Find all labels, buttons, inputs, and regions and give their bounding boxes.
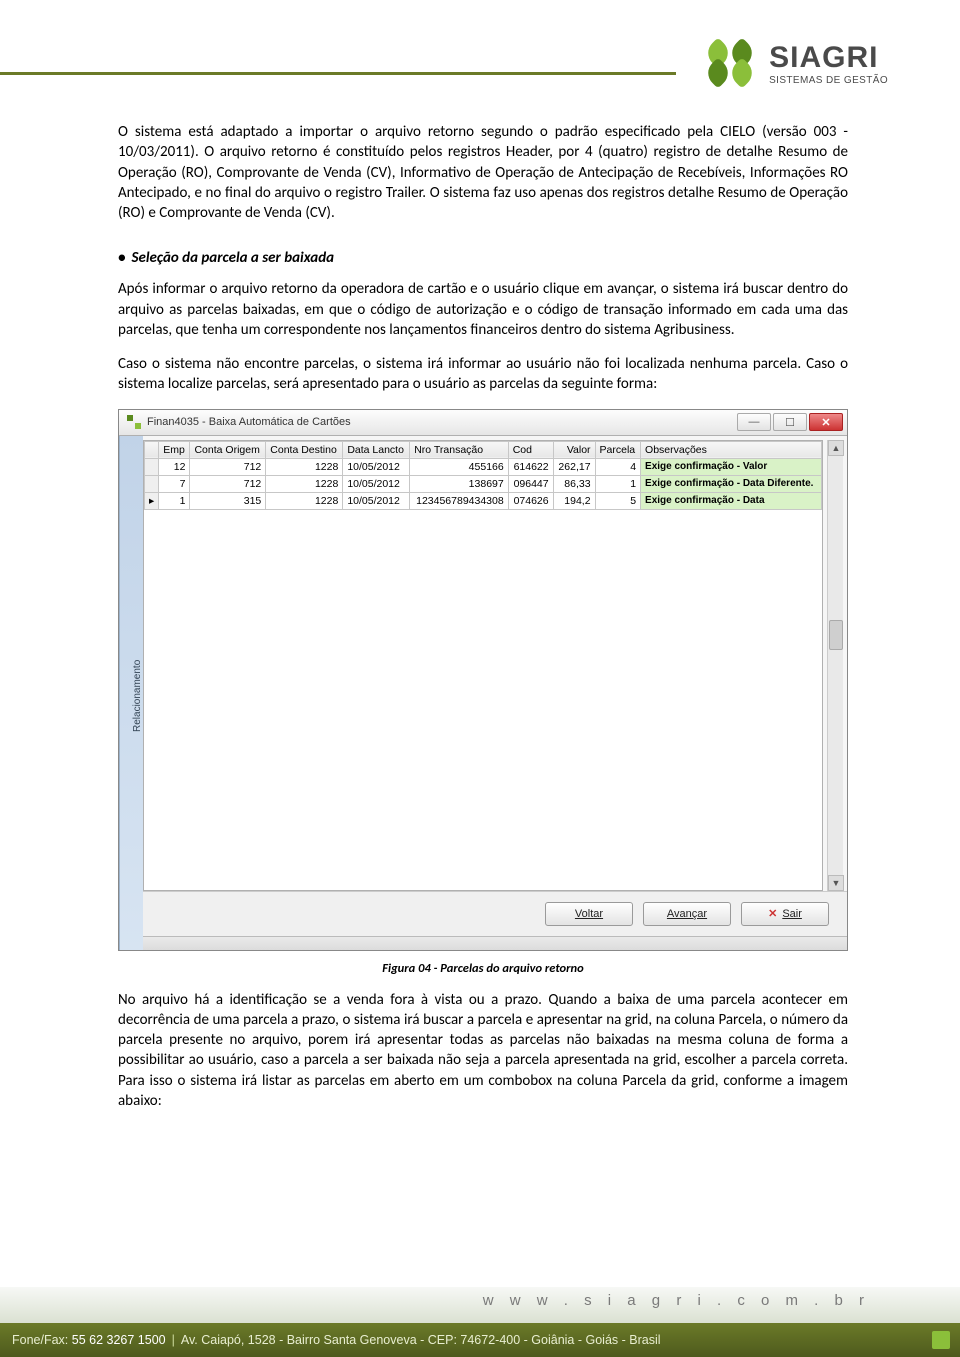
scroll-down-icon[interactable]: ▼ (828, 875, 844, 891)
footer-phone: 55 62 3267 1500 (72, 1333, 166, 1347)
footer-bar: Fone/Fax: 55 62 3267 1500 | Av. Caiapó, … (0, 1323, 960, 1357)
col-valor[interactable]: Valor (553, 441, 595, 458)
table-row[interactable]: ▸ 1 315 1228 10/05/2012 123456789434308 … (145, 492, 822, 509)
avancar-button[interactable]: Avançar (643, 902, 731, 926)
paragraph-4: No arquivo há a identificação se a venda… (118, 990, 848, 1112)
section-heading: Seleção da parcela a ser baixada (118, 249, 848, 267)
vertical-scrollbar[interactable]: ▲ ▼ (827, 440, 843, 891)
col-conta-destino[interactable]: Conta Destino (266, 441, 343, 458)
app-icon (127, 415, 141, 429)
app-window: Finan4035 - Baixa Automática de Cartões … (118, 409, 848, 951)
data-grid[interactable]: Emp Conta Origem Conta Destino Data Lanc… (143, 440, 823, 891)
footer-phone-label: Fone/Fax: (12, 1333, 68, 1347)
col-cod[interactable]: Cod (508, 441, 553, 458)
col-conta-origem[interactable]: Conta Origem (190, 441, 266, 458)
col-nro-transacao[interactable]: Nro Transação (410, 441, 509, 458)
close-icon: ✕ (768, 907, 777, 920)
brand-logo: SIAGRI SISTEMAS DE GESTÃO (701, 34, 888, 92)
window-titlebar: Finan4035 - Baixa Automática de Cartões … (119, 410, 847, 436)
footer-address: Av. Caiapó, 1528 - Bairro Santa Genoveva… (181, 1333, 661, 1347)
scroll-thumb[interactable] (829, 620, 843, 650)
minimize-button[interactable]: — (737, 413, 771, 431)
logo-brand: SIAGRI (769, 41, 878, 75)
voltar-button[interactable]: Voltar (545, 902, 633, 926)
button-bar: Voltar Avançar ✕Sair (143, 891, 847, 936)
col-emp[interactable]: Emp (159, 441, 190, 458)
grid-header-row: Emp Conta Origem Conta Destino Data Lanc… (145, 441, 822, 458)
paragraph-2: Após informar o arquivo retorno da opera… (118, 279, 848, 340)
window-title: Finan4035 - Baixa Automática de Cartões (147, 416, 351, 428)
side-tab-relacionamento[interactable]: Relacionamento (119, 436, 143, 950)
sair-button[interactable]: ✕Sair (741, 902, 829, 926)
col-observacoes[interactable]: Observações (641, 441, 822, 458)
scroll-up-icon[interactable]: ▲ (828, 440, 844, 456)
document-body: O sistema está adaptado a importar o arq… (118, 122, 848, 1125)
footer-square-icon (932, 1331, 950, 1349)
col-parcela[interactable]: Parcela (595, 441, 640, 458)
footer-url: w w w . s i a g r i . c o m . b r (483, 1292, 870, 1309)
table-row[interactable]: 12 712 1228 10/05/2012 455166 614622 262… (145, 458, 822, 475)
maximize-button[interactable]: ☐ (773, 413, 807, 431)
paragraph-1: O sistema está adaptado a importar o arq… (118, 122, 848, 223)
logo-tagline: SISTEMAS DE GESTÃO (769, 75, 888, 86)
close-button[interactable]: ✕ (809, 413, 843, 431)
table-row[interactable]: 7 712 1228 10/05/2012 138697 096447 86,3… (145, 475, 822, 492)
paragraph-3: Caso o sistema não encontre parcelas, o … (118, 354, 848, 395)
logo-mark-icon (701, 34, 759, 92)
figure-caption: Figura 04 - Parcelas do arquivo retorno (118, 961, 848, 976)
status-bar (143, 936, 847, 950)
top-rule (0, 72, 676, 75)
grid-empty-area (144, 510, 822, 890)
col-data-lancto[interactable]: Data Lancto (343, 441, 410, 458)
